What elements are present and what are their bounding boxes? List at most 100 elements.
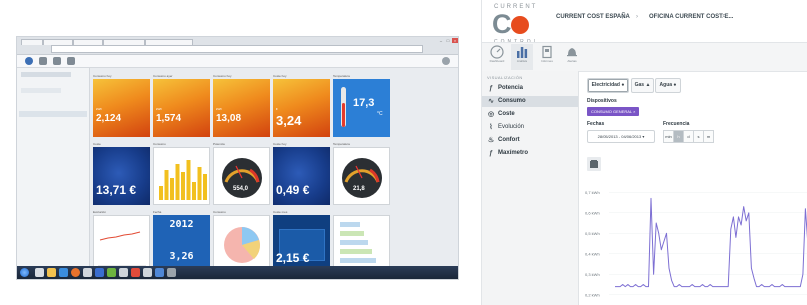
browser-icon[interactable]: [71, 268, 80, 277]
tile-sub: °C: [377, 111, 383, 117]
dashboard-tile[interactable]: [153, 147, 210, 205]
gauge-icon[interactable]: [25, 57, 33, 65]
nav-analisis[interactable]: Análisis: [511, 44, 533, 70]
current-cost-app: CURRENT CST CONTROL CURRENT COST ESPAÑA …: [481, 0, 807, 305]
dates-label: Fechas: [587, 121, 605, 127]
type-agua-button[interactable]: Agua ●: [655, 78, 681, 93]
sidebar-item-consumo[interactable]: ∿ Consumo: [482, 96, 578, 107]
lightbulb-icon: ●: [621, 82, 625, 88]
taskbar-icon[interactable]: [107, 268, 116, 277]
report-icon[interactable]: [53, 57, 61, 65]
drop-icon: ●: [673, 82, 677, 88]
start-button[interactable]: [20, 268, 29, 277]
dashboard-tile[interactable]: kWh 1,574: [153, 79, 210, 137]
browser-chrome: – □ ×: [17, 37, 458, 55]
close-icon[interactable]: ×: [633, 109, 635, 114]
dashboard-tile[interactable]: kWh 13,08: [213, 79, 270, 137]
breadcrumb-site[interactable]: OFICINA CURRENT COST E...: [649, 14, 733, 20]
nav-alertas[interactable]: Alertas: [561, 44, 583, 70]
bar-chart-icon[interactable]: [39, 57, 47, 65]
dashboard-tile[interactable]: €3,24: [273, 79, 330, 137]
taskbar-icon[interactable]: [59, 268, 68, 277]
consumption-chart: 0,7 kWh 0,6 kWh 0,5 kWh 0,4 kWh 0,3 kWh 0,2 k…: [585, 190, 807, 297]
tile-title: [333, 210, 390, 214]
address-bar[interactable]: [51, 45, 423, 53]
device-tag[interactable]: CONSUMO GENERAL ×: [587, 107, 640, 116]
comfort-icon: ♨: [487, 137, 495, 144]
dashboard-tile[interactable]: 554,0: [213, 147, 270, 205]
dashboard-tile[interactable]: 2,15 €: [273, 215, 330, 273]
nav-informes[interactable]: Informes: [536, 44, 558, 70]
close-icon[interactable]: ×: [452, 38, 458, 43]
folder-icon[interactable]: [47, 268, 56, 277]
frequency-m-button[interactable]: m: [703, 130, 714, 143]
dashboard-tile[interactable]: 13,71 €: [93, 147, 150, 205]
maximize-icon[interactable]: □: [445, 38, 451, 43]
taskbar-icon[interactable]: [131, 268, 140, 277]
taskbar-icon[interactable]: [143, 268, 152, 277]
dashboard-tile[interactable]: 2012 3,26: [153, 215, 210, 273]
sidebar-item-maximetro[interactable]: ƒ Maxímetro: [482, 148, 578, 159]
type-electricidad-button[interactable]: Electricidad ●: [587, 78, 629, 93]
user-icon[interactable]: [442, 57, 450, 65]
gauge-icon: [342, 158, 382, 198]
taskbar-icon[interactable]: [119, 268, 128, 277]
bell-icon[interactable]: [67, 57, 75, 65]
maximeter-icon: ƒ: [489, 150, 493, 157]
sidebar-item[interactable]: [21, 88, 61, 93]
dashboard-sidebar: [17, 68, 90, 268]
sidebar-item[interactable]: [21, 72, 71, 77]
sidebar-item-coste[interactable]: ◎ Coste: [482, 109, 578, 120]
tile-sub: kWh: [96, 107, 102, 111]
dashboard-tile[interactable]: [213, 215, 270, 273]
tile-title: Consumo ayer: [153, 74, 173, 78]
tile-value: 17,3: [353, 97, 375, 109]
tile-value: 21,8: [353, 186, 365, 192]
taskbar-icon[interactable]: [167, 268, 176, 277]
consumption-icon: ∿: [488, 98, 494, 105]
dashboard-tile[interactable]: kWh 2,124: [93, 79, 150, 137]
tile-sub: €: [276, 107, 278, 111]
taskbar-icon[interactable]: [155, 268, 164, 277]
dashboard-tile[interactable]: [333, 215, 390, 273]
tile-title: Coste hoy: [273, 74, 287, 78]
chart-type-button[interactable]: [587, 157, 601, 171]
dashboard-tile[interactable]: [93, 215, 150, 273]
cost-icon: ◎: [487, 111, 495, 118]
sidebar-item-label: Maxímetro: [498, 150, 529, 156]
list-icon: [340, 222, 376, 263]
sidebar-item-confort[interactable]: ♨ Confort: [482, 135, 578, 146]
devices-label: Dispositivos: [587, 98, 617, 104]
dashboard-tile[interactable]: 21,8: [333, 147, 390, 205]
minimize-icon[interactable]: –: [438, 38, 444, 43]
taskbar-icon[interactable]: [35, 268, 44, 277]
dashboard-tile[interactable]: 0,49 €: [273, 147, 330, 205]
taskbar-icon[interactable]: [83, 268, 92, 277]
chevron-down-icon[interactable]: ▾: [621, 14, 624, 21]
date-range-value: 28/05/2013 - 04/06/2013: [597, 134, 642, 139]
browser-tab[interactable]: [21, 39, 43, 45]
taskbar-icon[interactable]: [95, 268, 104, 277]
taskbar: [17, 266, 458, 279]
tile-sub: 3,26: [169, 251, 194, 262]
sidebar-item-evolucion[interactable]: ⌇ Evolución: [482, 122, 578, 133]
type-gas-button[interactable]: Gas ▲: [631, 78, 654, 93]
sidebar: VISUALIZACIÓN ƒ Potencia ∿ Consumo ◎ Coste …: [482, 71, 579, 305]
search-icon[interactable]: ⌕: [722, 11, 726, 21]
tile-title: Consumo hoy: [213, 74, 232, 78]
date-range-picker[interactable]: 28/05/2013 - 04/06/2013 ▾: [587, 130, 655, 143]
tile-value: 2012: [169, 219, 194, 230]
device-tag-label: CONSUMO GENERAL: [591, 109, 632, 114]
dashboard-screenshot: – □ × Consumo hoy kWh 2,124 Consumo ayer kWh…: [16, 36, 459, 280]
nav-dashboard[interactable]: Dashboard: [486, 44, 508, 70]
sidebar-selected-item[interactable]: [19, 111, 87, 117]
sidebar-item-potencia[interactable]: ƒ Potencia: [482, 83, 578, 94]
y-tick-label: 0,2 kWh: [585, 292, 600, 297]
bar-chart-icon: [517, 47, 528, 58]
sidebar-item-label: Consumo: [498, 98, 526, 104]
bell-icon: [567, 48, 577, 57]
dashboard-tile[interactable]: 17,3 °C: [333, 79, 390, 137]
tile-value: 0,49 €: [276, 183, 310, 197]
sidebar-item-label: Evolución: [498, 124, 525, 130]
breadcrumb-org[interactable]: CURRENT COST ESPAÑA: [556, 14, 630, 20]
